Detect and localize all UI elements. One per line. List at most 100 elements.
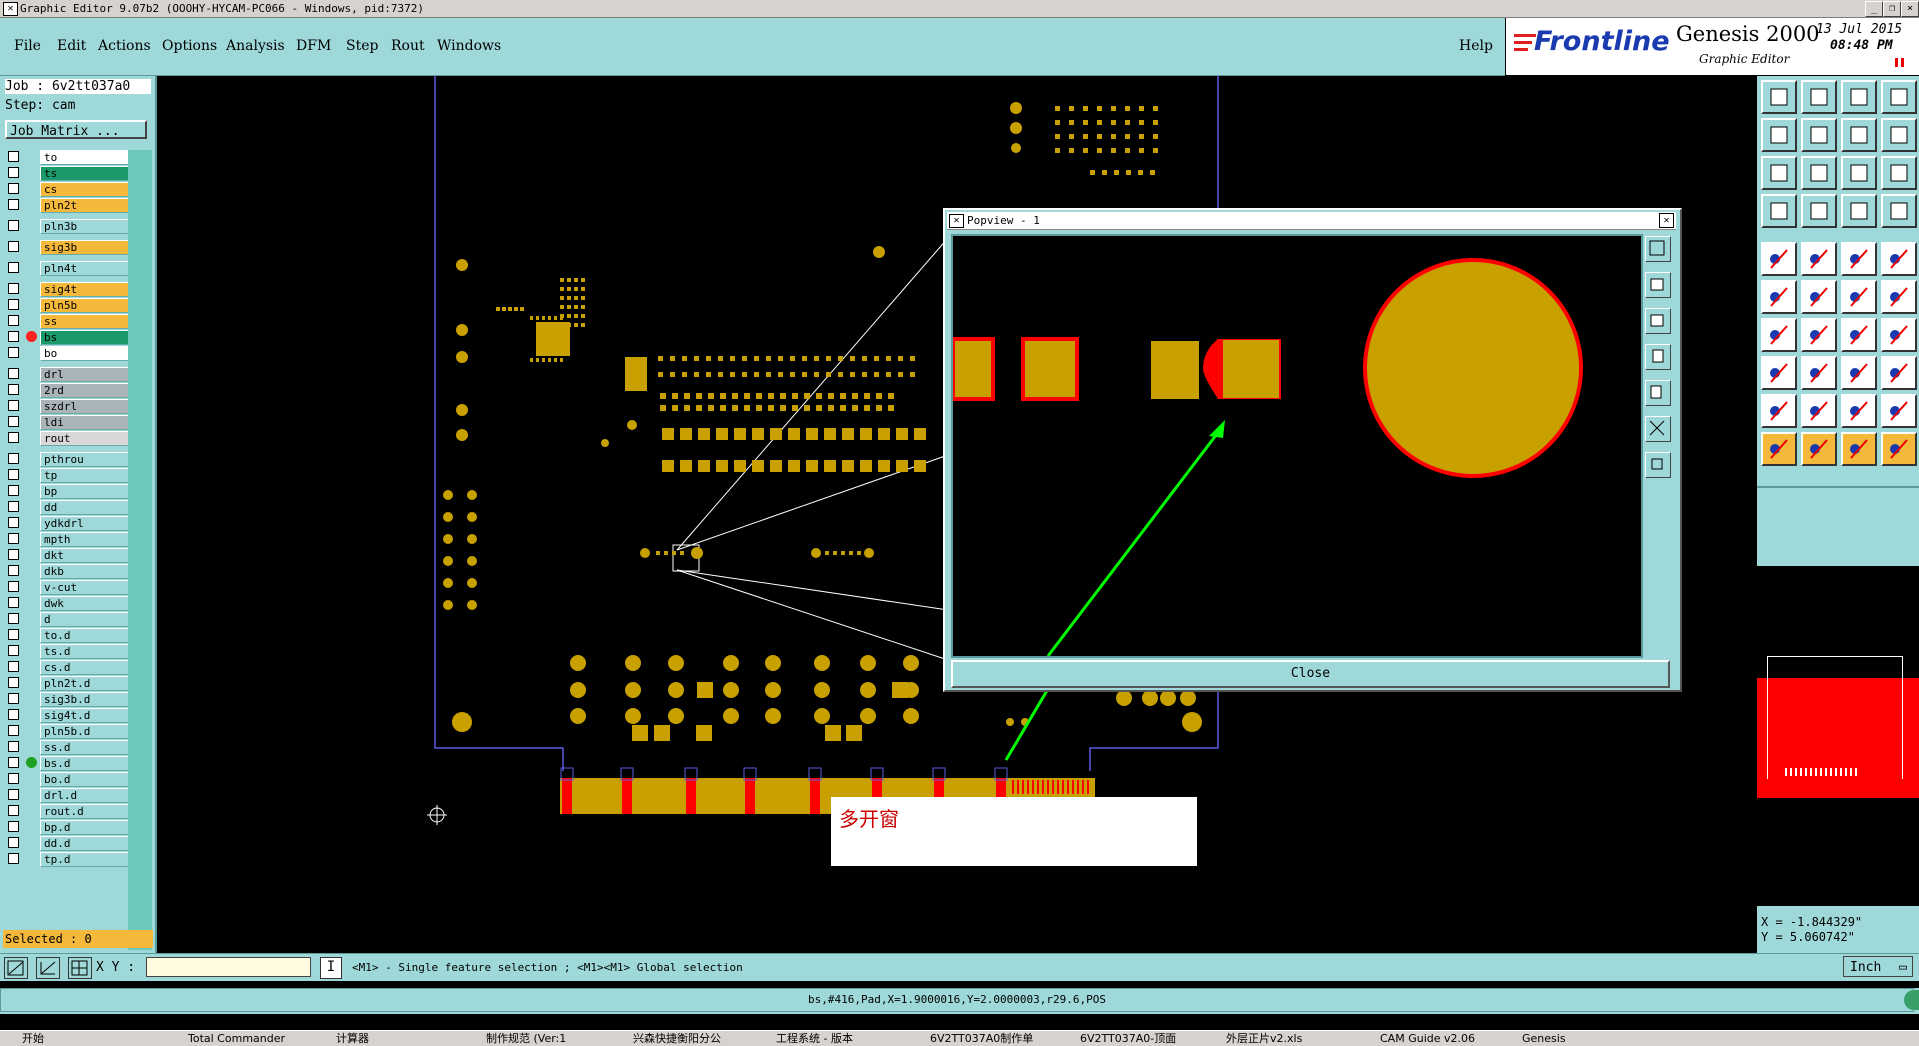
layer-checkbox[interactable] [8, 384, 19, 395]
tool-button[interactable] [1881, 432, 1917, 466]
menu-file[interactable]: File [14, 38, 41, 54]
layer-name[interactable]: rout [40, 431, 133, 446]
tool-button[interactable] [1881, 318, 1917, 352]
layer-name[interactable]: sig4t [40, 282, 133, 297]
menu-rout[interactable]: Rout [391, 38, 425, 54]
layer-checkbox[interactable] [8, 262, 19, 273]
tool-button[interactable] [1881, 194, 1917, 228]
layer-checkbox[interactable] [8, 315, 19, 326]
tool-button[interactable] [1881, 118, 1917, 152]
tool-button[interactable] [1801, 280, 1837, 314]
taskbar-item[interactable]: 开始 [4, 1032, 82, 1045]
tool-button[interactable] [1761, 318, 1797, 352]
tool-button[interactable] [1801, 156, 1837, 190]
layer-name[interactable]: drl [40, 367, 133, 382]
tool-button[interactable] [1761, 242, 1797, 276]
measure-mode-icon[interactable] [36, 957, 60, 979]
layer-name[interactable]: to.d [40, 628, 133, 643]
layer-name[interactable]: bp [40, 484, 133, 499]
popview-pan-left-button[interactable] [1645, 344, 1671, 370]
layer-checkbox[interactable] [8, 629, 19, 640]
taskbar-item[interactable]: 工程系统 - 版本 [758, 1032, 916, 1045]
popview-close-button[interactable]: Close [951, 660, 1670, 688]
layer-name[interactable]: pln2t [40, 198, 133, 213]
layer-name[interactable]: pthrou [40, 452, 133, 467]
layer-name[interactable]: ts [40, 166, 133, 181]
tool-button[interactable] [1881, 156, 1917, 190]
layer-name[interactable]: bo.d [40, 772, 133, 787]
tool-button[interactable] [1801, 118, 1837, 152]
layer-name[interactable]: to [40, 150, 133, 165]
text-cursor-icon[interactable]: I [320, 957, 342, 979]
layer-checkbox[interactable] [8, 693, 19, 704]
tool-button[interactable] [1761, 194, 1797, 228]
tool-button[interactable] [1841, 432, 1877, 466]
tool-button[interactable] [1761, 280, 1797, 314]
taskbar-item[interactable]: Total Commander [170, 1032, 328, 1045]
layer-name[interactable]: pln5b [40, 298, 133, 313]
layer-checkbox[interactable] [8, 368, 19, 379]
tool-button[interactable] [1761, 118, 1797, 152]
layer-name[interactable]: 2rd [40, 383, 133, 398]
tool-button[interactable] [1881, 80, 1917, 114]
minimize-button[interactable]: _ [1865, 1, 1883, 17]
layer-checkbox[interactable] [8, 597, 19, 608]
tool-button[interactable] [1841, 118, 1877, 152]
layer-name[interactable]: pln5b.d [40, 724, 133, 739]
layer-checkbox[interactable] [8, 485, 19, 496]
layer-checkbox[interactable] [8, 661, 19, 672]
layer-checkbox[interactable] [8, 805, 19, 816]
layer-checkbox[interactable] [8, 773, 19, 784]
layer-name[interactable]: pln4t [40, 261, 133, 276]
layer-checkbox[interactable] [8, 725, 19, 736]
layer-checkbox[interactable] [8, 549, 19, 560]
layer-checkbox[interactable] [8, 183, 19, 194]
tool-button[interactable] [1801, 432, 1837, 466]
taskbar-item[interactable]: 兴森快捷衡阳分公 [615, 1032, 773, 1045]
layer-checkbox[interactable] [8, 453, 19, 464]
layer-name[interactable]: cs [40, 182, 133, 197]
layer-name[interactable]: sig4t.d [40, 708, 133, 723]
units-select[interactable]: Inch ▭ [1843, 956, 1913, 977]
menu-dfm[interactable]: DFM [296, 38, 331, 54]
layer-name[interactable]: bs [40, 330, 133, 345]
layer-checkbox[interactable] [8, 432, 19, 443]
layer-checkbox[interactable] [8, 677, 19, 688]
popview-zoom-in-button[interactable] [1645, 272, 1671, 298]
layer-checkbox[interactable] [8, 347, 19, 358]
menu-options[interactable]: Options [162, 38, 217, 54]
layer-checkbox[interactable] [8, 299, 19, 310]
tool-button[interactable] [1881, 242, 1917, 276]
layer-name[interactable]: sig3b.d [40, 692, 133, 707]
tool-button[interactable] [1841, 194, 1877, 228]
tool-button[interactable] [1761, 394, 1797, 428]
select-mode-icon[interactable] [4, 957, 28, 979]
tool-button[interactable] [1801, 80, 1837, 114]
tool-button[interactable] [1841, 156, 1877, 190]
layer-name[interactable]: d [40, 612, 133, 627]
layer-checkbox[interactable] [8, 613, 19, 624]
tool-button[interactable] [1881, 394, 1917, 428]
tool-button[interactable] [1881, 356, 1917, 390]
taskbar-item[interactable]: 6V2TT037A0制作单 [912, 1032, 1070, 1045]
layer-checkbox[interactable] [8, 416, 19, 427]
layer-checkbox[interactable] [8, 199, 19, 210]
popview-center-button[interactable] [1645, 452, 1671, 478]
tool-button[interactable] [1761, 432, 1797, 466]
layer-name[interactable]: ydkdrl [40, 516, 133, 531]
layer-checkbox[interactable] [8, 645, 19, 656]
layer-name[interactable]: ss [40, 314, 133, 329]
layer-checkbox[interactable] [8, 283, 19, 294]
tool-button[interactable] [1841, 356, 1877, 390]
tool-button[interactable] [1841, 394, 1877, 428]
layer-name[interactable]: rout.d [40, 804, 133, 819]
layer-name[interactable]: cs.d [40, 660, 133, 675]
grid-mode-icon[interactable] [68, 957, 92, 979]
menu-step[interactable]: Step [346, 38, 378, 54]
layer-name[interactable]: pln3b [40, 219, 133, 234]
tool-button[interactable] [1801, 242, 1837, 276]
tool-button[interactable] [1801, 356, 1837, 390]
layer-checkbox[interactable] [8, 517, 19, 528]
layer-name[interactable]: drl.d [40, 788, 133, 803]
layer-checkbox[interactable] [8, 789, 19, 800]
